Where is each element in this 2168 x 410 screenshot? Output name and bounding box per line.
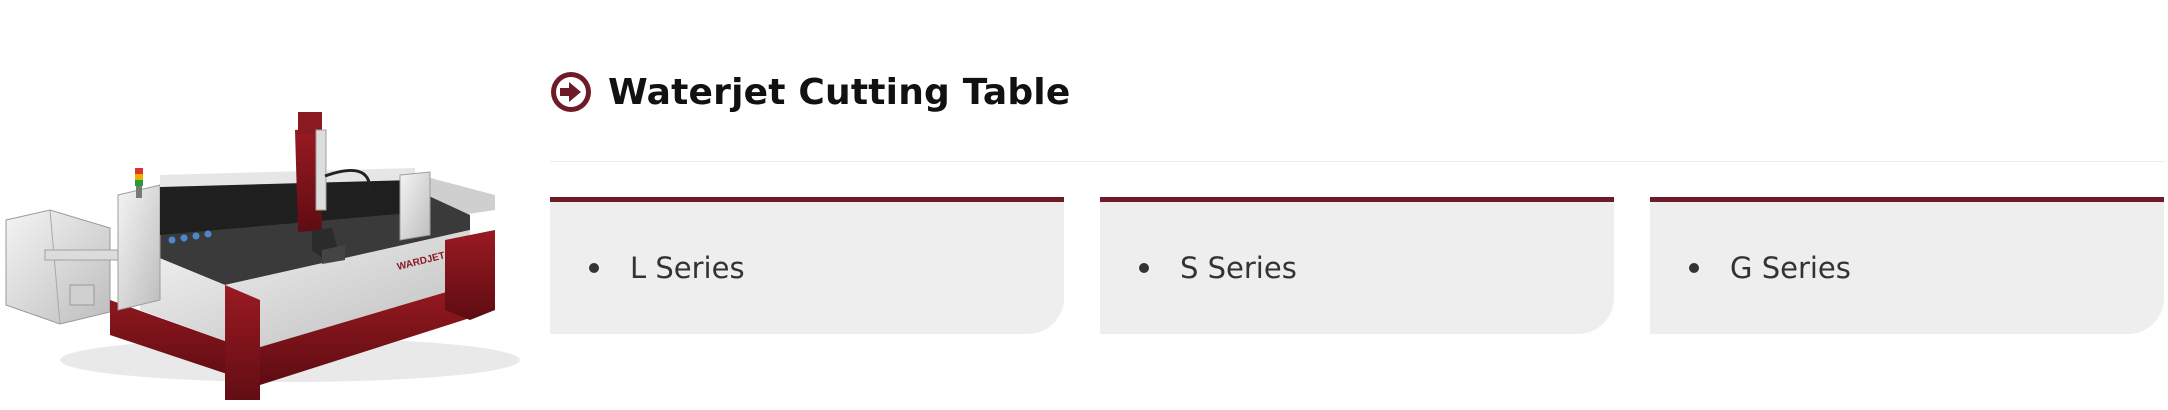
series-link-g[interactable]: G Series [1730, 251, 1851, 285]
circle-arrow-right-icon [551, 72, 591, 112]
bullet-icon [1139, 263, 1149, 273]
series-card-g[interactable]: G Series [1650, 197, 2164, 334]
series-link-l[interactable]: L Series [630, 251, 745, 285]
page-title: Waterjet Cutting Table [608, 71, 1071, 113]
divider [550, 161, 2165, 162]
series-link-s[interactable]: S Series [1180, 251, 1297, 285]
series-card-l[interactable]: L Series [550, 197, 1064, 334]
bullet-icon [1689, 263, 1699, 273]
series-card-s[interactable]: S Series [1100, 197, 1614, 334]
bullet-icon [589, 263, 599, 273]
section-header: Waterjet Cutting Table [550, 66, 1070, 118]
product-image: WARDJET [5, 112, 520, 400]
